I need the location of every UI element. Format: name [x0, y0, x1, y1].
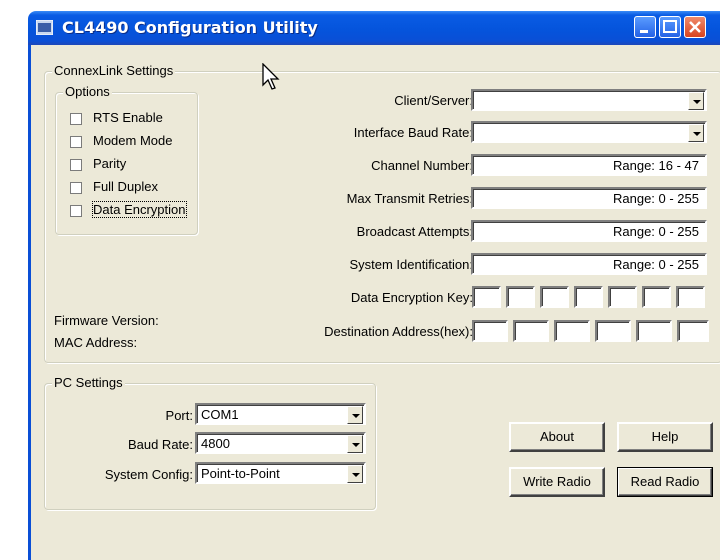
- connexlink-settings-group: ConnexLink Settings Options RTS Enable M…: [44, 63, 720, 363]
- baud-rate-select[interactable]: 4800: [195, 432, 366, 454]
- chevron-down-icon[interactable]: [688, 124, 704, 142]
- system-config-value: Point-to-Point: [201, 466, 280, 481]
- options-group: Options RTS Enable Modem Mode Parity Ful…: [55, 84, 198, 235]
- window-title: CL4490 Configuration Utility: [62, 18, 318, 37]
- destination-address-cell[interactable]: [554, 320, 590, 342]
- encryption-key-cell[interactable]: [642, 286, 671, 308]
- channel-number-input[interactable]: Range: 16 - 47: [471, 154, 707, 176]
- minimize-icon: [640, 30, 648, 33]
- interface-baud-select[interactable]: [471, 121, 707, 143]
- max-retries-label: Max Transmit Retries:: [346, 191, 473, 206]
- parity-label: Parity: [93, 156, 127, 171]
- rts-enable-checkbox[interactable]: [70, 113, 82, 125]
- pc-settings-group: PC Settings Port: Baud Rate: System Conf…: [44, 375, 376, 510]
- minimize-button[interactable]: [634, 16, 656, 38]
- destination-address-cell[interactable]: [677, 320, 709, 342]
- broadcast-attempts-input[interactable]: Range: 0 - 255: [471, 220, 707, 242]
- system-id-input[interactable]: Range: 0 - 255: [471, 253, 707, 275]
- system-id-label: System Identification:: [349, 257, 473, 272]
- system-config-select[interactable]: Point-to-Point: [195, 462, 366, 484]
- parity-checkbox[interactable]: [70, 159, 82, 171]
- destination-address-label: Destination Address(hex):: [324, 324, 473, 339]
- port-value: COM1: [201, 407, 239, 422]
- encryption-key-cell[interactable]: [676, 286, 705, 308]
- chevron-down-icon[interactable]: [347, 435, 363, 453]
- broadcast-range-text: Range: 0 - 255: [612, 224, 699, 239]
- app-window: CL4490 Configuration Utility ConnexLink …: [0, 0, 720, 560]
- full-duplex-label: Full Duplex: [93, 179, 159, 194]
- destination-address-cell[interactable]: [595, 320, 631, 342]
- maximize-icon: [663, 20, 677, 33]
- encryption-key-cell[interactable]: [472, 286, 501, 308]
- destination-address-cell[interactable]: [513, 320, 549, 342]
- firmware-version-label: Firmware Version:: [54, 313, 159, 328]
- chevron-down-icon[interactable]: [347, 465, 363, 483]
- close-icon: [689, 21, 701, 33]
- client-server-select[interactable]: [471, 89, 707, 111]
- full-duplex-checkbox[interactable]: [70, 182, 82, 194]
- app-icon: [36, 20, 53, 35]
- encryption-key-cell[interactable]: [540, 286, 569, 308]
- client-server-label: Client/Server:: [394, 93, 473, 108]
- connexlink-settings-title: ConnexLink Settings: [52, 63, 176, 78]
- modem-mode-checkbox[interactable]: [70, 136, 82, 148]
- read-radio-button[interactable]: Read Radio: [617, 467, 713, 497]
- client-area: ConnexLink Settings Options RTS Enable M…: [28, 45, 720, 560]
- chevron-down-icon[interactable]: [347, 406, 363, 424]
- destination-address-cell[interactable]: [636, 320, 672, 342]
- pc-settings-title: PC Settings: [52, 375, 125, 390]
- options-title: Options: [63, 84, 112, 99]
- help-button[interactable]: Help: [617, 422, 713, 452]
- close-button[interactable]: [684, 16, 706, 38]
- chevron-down-icon[interactable]: [688, 92, 704, 110]
- baud-rate-value: 4800: [201, 436, 230, 451]
- about-button[interactable]: About: [509, 422, 605, 452]
- mac-address-label: MAC Address:: [54, 335, 138, 350]
- data-encryption-checkbox[interactable]: [70, 205, 82, 217]
- port-select[interactable]: COM1: [195, 403, 366, 425]
- system-config-label: System Config:: [104, 467, 193, 482]
- port-label: Port:: [165, 408, 193, 423]
- rts-enable-label: RTS Enable: [93, 110, 163, 125]
- maximize-button[interactable]: [659, 16, 681, 38]
- modem-mode-label: Modem Mode: [93, 133, 173, 148]
- title-bar[interactable]: CL4490 Configuration Utility: [28, 11, 720, 45]
- encryption-key-cell[interactable]: [608, 286, 637, 308]
- retries-range-text: Range: 0 - 255: [612, 191, 699, 206]
- data-encryption-label: Data Encryption: [92, 201, 187, 218]
- channel-number-label: Channel Number:: [371, 158, 473, 173]
- sysid-range-text: Range: 0 - 255: [612, 257, 699, 272]
- destination-address-cell[interactable]: [472, 320, 508, 342]
- encryption-key-label: Data Encryption Key:: [350, 290, 473, 305]
- max-retries-input[interactable]: Range: 0 - 255: [471, 187, 707, 209]
- mouse-pointer-icon: [262, 63, 280, 90]
- baud-rate-label: Baud Rate:: [127, 437, 193, 452]
- channel-range-text: Range: 16 - 47: [612, 158, 699, 173]
- encryption-key-cell[interactable]: [574, 286, 603, 308]
- encryption-key-cell[interactable]: [506, 286, 535, 308]
- broadcast-attempts-label: Broadcast Attempts:: [356, 224, 473, 239]
- interface-baud-label: Interface Baud Rate:: [353, 125, 473, 140]
- write-radio-button[interactable]: Write Radio: [509, 467, 605, 497]
